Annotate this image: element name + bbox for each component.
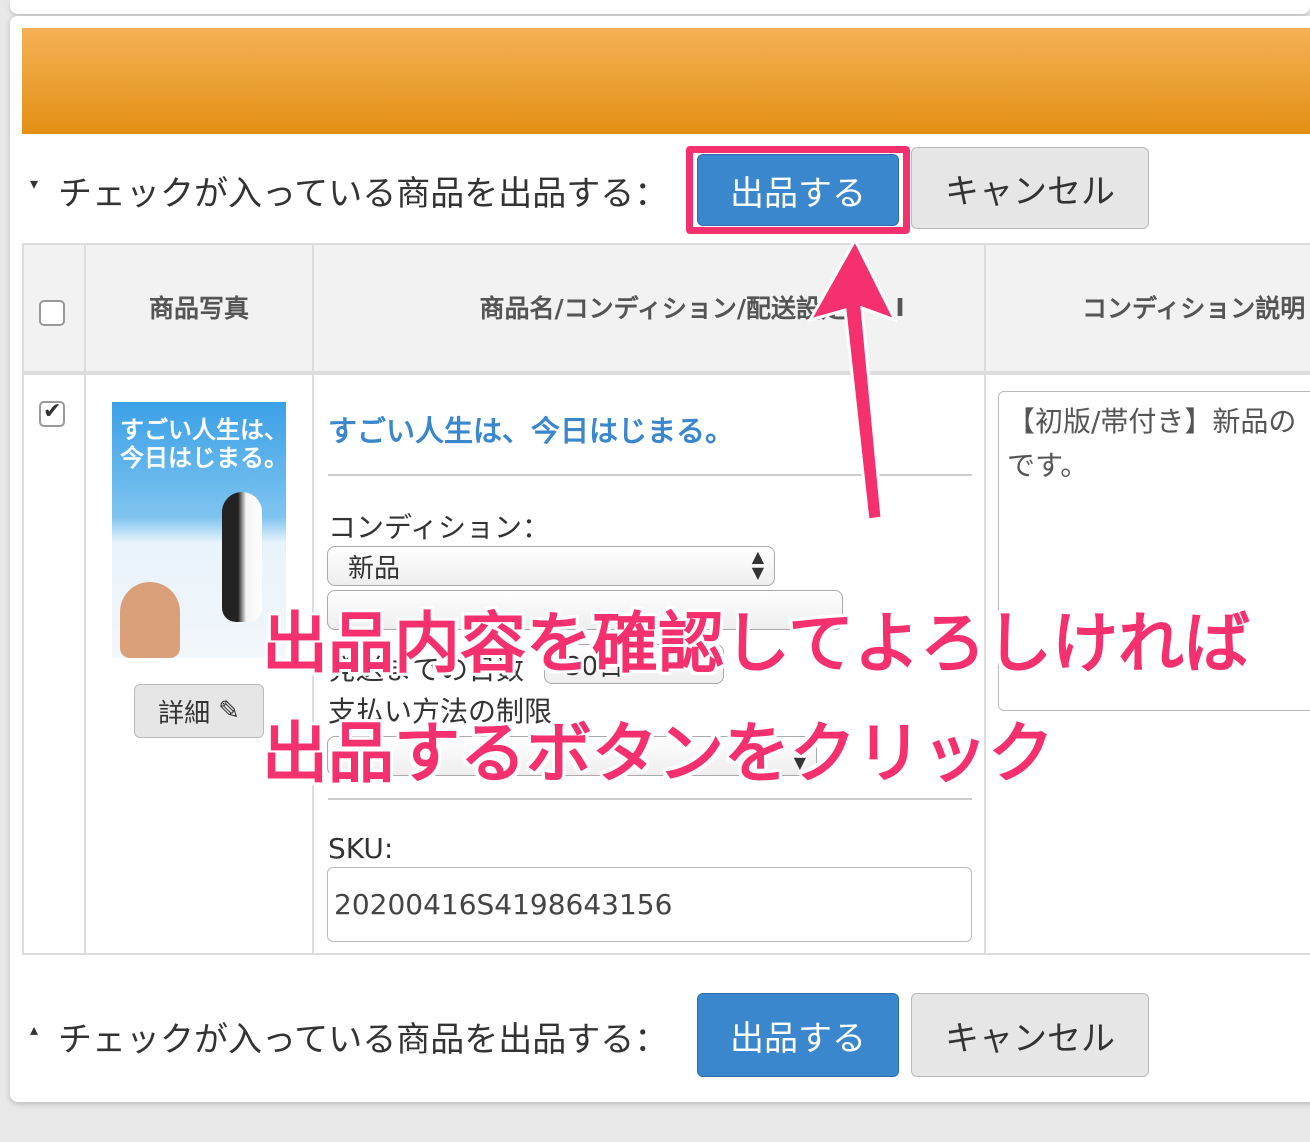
select-arrows-icon: ▲ ▼ <box>751 547 764 582</box>
sku-label: SKU: <box>328 832 394 865</box>
header-condition-note: コンディション説明 <box>1082 294 1306 323</box>
annotation-line-2: 出品するボタンをクリック <box>262 715 1054 792</box>
annotation-line-1: 出品内容を確認してよろしければ <box>262 605 1251 682</box>
pencil-icon: ✎ <box>218 696 240 726</box>
submit-highlight-box <box>686 146 910 234</box>
top-action-prompt: チェックが入っている商品を出品する： <box>58 174 669 214</box>
condition-select[interactable]: 新品 ▲ ▼ <box>327 546 775 586</box>
product-photo: すごい人生は、 今日はじまる。 <box>112 402 286 658</box>
top-cancel-button[interactable]: キャンセル <box>911 147 1149 229</box>
condition-label: コンディション： <box>328 511 551 544</box>
sku-input[interactable]: 20200416S4198643156 <box>327 867 972 942</box>
caret-up-icon: ▴ <box>30 1020 39 1039</box>
bottom-action-prompt: チェックが入っている商品を出品する： <box>58 1020 669 1060</box>
panel-header-bar <box>22 28 1310 134</box>
select-all-checkbox[interactable] <box>39 300 65 326</box>
row-checkbox[interactable] <box>39 399 65 427</box>
product-title-link[interactable]: すごい人生は、今日はじまる。 <box>328 408 734 450</box>
caret-down-icon: ▾ <box>30 174 39 193</box>
bottom-submit-button[interactable]: 出品する <box>697 993 899 1077</box>
header-name-condition-shipping: 商品名/コンディション/配送設定 <box>479 294 846 323</box>
previous-panel-edge <box>10 0 1310 14</box>
detail-button[interactable]: 詳細 ✎ <box>134 684 264 738</box>
bottom-cancel-button[interactable]: キャンセル <box>911 993 1149 1077</box>
header-photo: 商品写真 <box>148 294 249 323</box>
pointer-arrow-icon <box>806 240 899 522</box>
